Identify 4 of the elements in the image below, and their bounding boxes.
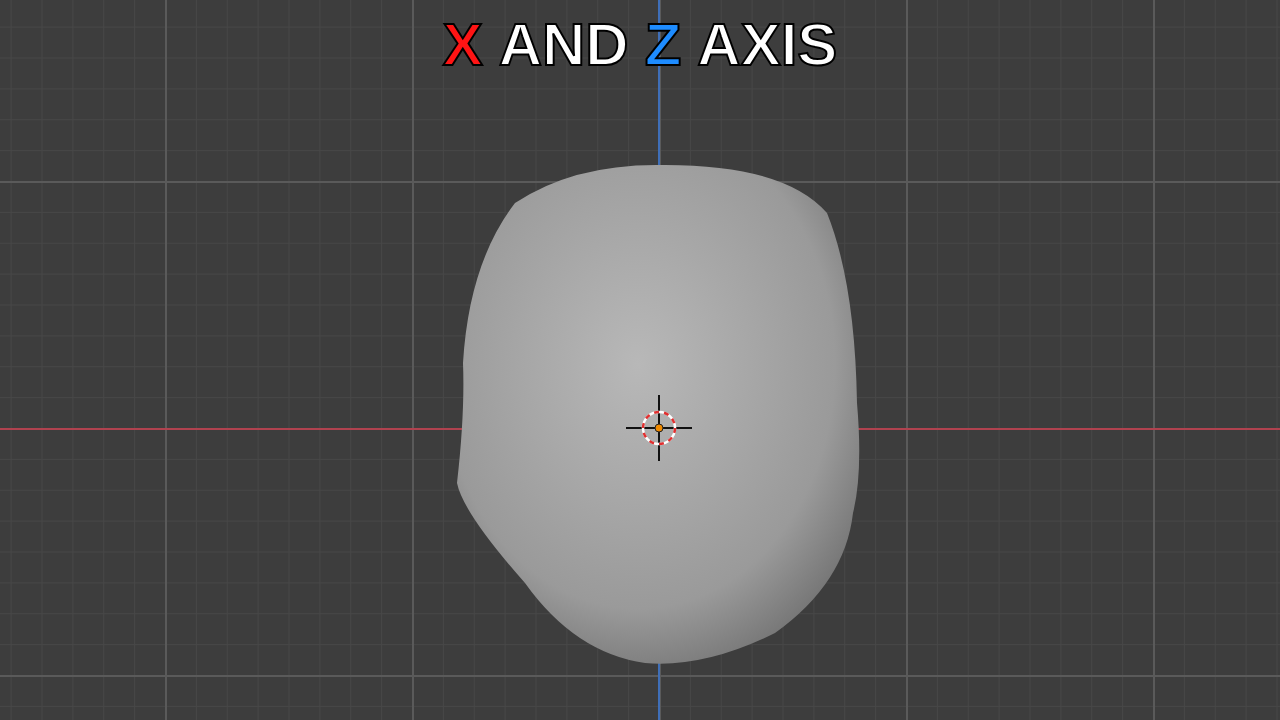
title-word: X: [442, 12, 483, 78]
title-word: AND: [498, 12, 629, 78]
title-word: AXIS: [697, 12, 838, 78]
3d-cursor-icon: [624, 393, 694, 463]
